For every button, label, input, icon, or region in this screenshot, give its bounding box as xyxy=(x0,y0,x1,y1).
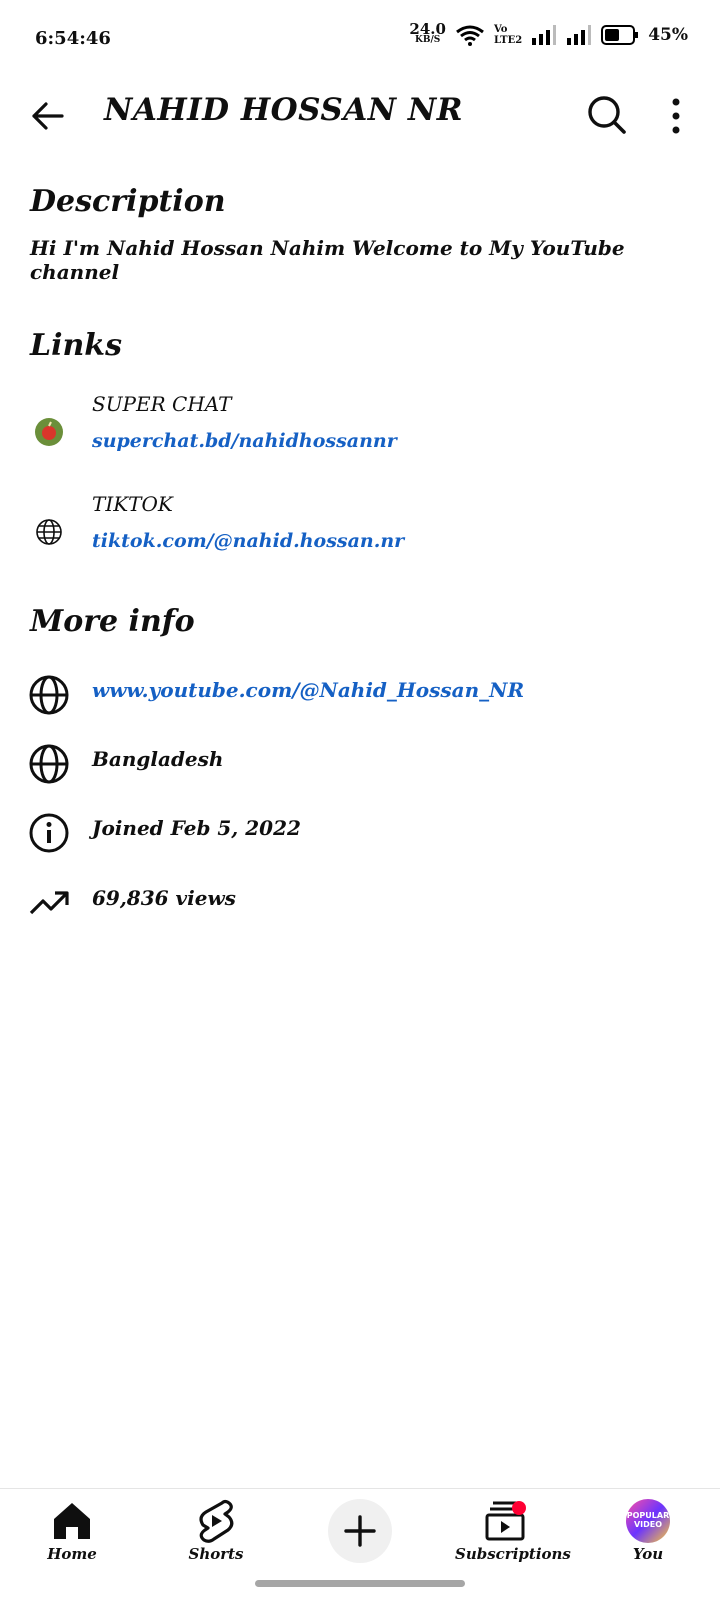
status-icons: 24.0 KB/S Vo LTE2 45% xyxy=(409,20,688,46)
nav-shorts-label: Shorts xyxy=(188,1545,244,1563)
page-title: NAHID HOSSAN NR xyxy=(104,92,464,128)
link-url[interactable]: superchat.bd/nahidhossannr xyxy=(92,430,397,452)
nav-subscriptions[interactable]: Subscriptions xyxy=(455,1499,571,1563)
more-info-heading: More info xyxy=(30,604,195,639)
network-speed-unit: KB/S xyxy=(415,35,441,45)
signal-icon xyxy=(532,25,557,45)
lte-label: LTE2 xyxy=(493,35,523,46)
signal-icon-2 xyxy=(567,25,592,45)
battery-icon xyxy=(601,25,639,45)
country-text: Bangladesh xyxy=(92,747,224,771)
more-options-icon[interactable] xyxy=(668,96,684,136)
create-button[interactable] xyxy=(328,1499,392,1563)
shorts-icon xyxy=(199,1499,234,1543)
plus-icon xyxy=(344,1515,376,1547)
network-speed: 24.0 KB/S xyxy=(409,20,446,46)
description-heading: Description xyxy=(30,184,226,219)
home-icon xyxy=(54,1503,90,1539)
views-count-text: 69,836 views xyxy=(92,886,236,910)
link-title: TIKTOK xyxy=(92,492,173,516)
status-time: 6:54:46 xyxy=(35,28,111,49)
avatar: POPULAR VIDEO xyxy=(626,1499,670,1543)
links-heading: Links xyxy=(30,328,122,363)
globe-icon xyxy=(29,744,69,784)
nav-home-label: Home xyxy=(47,1545,97,1563)
trending-up-icon xyxy=(29,891,69,915)
globe-icon xyxy=(36,519,62,545)
globe-icon xyxy=(29,675,69,715)
info-icon xyxy=(29,813,69,853)
vo-label: Vo xyxy=(493,24,508,35)
nav-home[interactable]: Home xyxy=(22,1499,122,1563)
joined-date-text: Joined Feb 5, 2022 xyxy=(92,816,301,840)
nav-subscriptions-label: Subscriptions xyxy=(455,1545,571,1563)
volte-indicator: Vo LTE2 xyxy=(494,24,522,46)
wifi-icon xyxy=(456,25,484,46)
search-icon[interactable] xyxy=(586,94,628,136)
nav-you[interactable]: POPULAR VIDEO You xyxy=(598,1499,698,1563)
nav-you-label: You xyxy=(632,1545,664,1563)
network-speed-value: 24.0 xyxy=(409,20,446,38)
channel-url-link[interactable]: www.youtube.com/@Nahid_Hossan_NR xyxy=(92,678,524,702)
notification-dot xyxy=(512,1501,526,1515)
description-text: Hi I'm Nahid Hossan Nahim Welcome to My … xyxy=(30,236,625,284)
top-app-bar: NAHID HOSSAN NR xyxy=(0,80,720,152)
link-url[interactable]: tiktok.com/@nahid.hossan.nr xyxy=(92,530,404,552)
nav-shorts[interactable]: Shorts xyxy=(166,1499,266,1563)
superchat-icon xyxy=(35,418,63,446)
back-arrow-icon[interactable] xyxy=(28,96,68,136)
link-title: SUPER CHAT xyxy=(92,392,232,416)
gesture-handle[interactable] xyxy=(255,1580,465,1587)
battery-percent: 45% xyxy=(648,25,688,45)
avatar-text: POPULAR VIDEO xyxy=(626,1511,670,1529)
status-bar: 6:54:46 24.0 KB/S Vo LTE2 45% xyxy=(0,0,720,80)
